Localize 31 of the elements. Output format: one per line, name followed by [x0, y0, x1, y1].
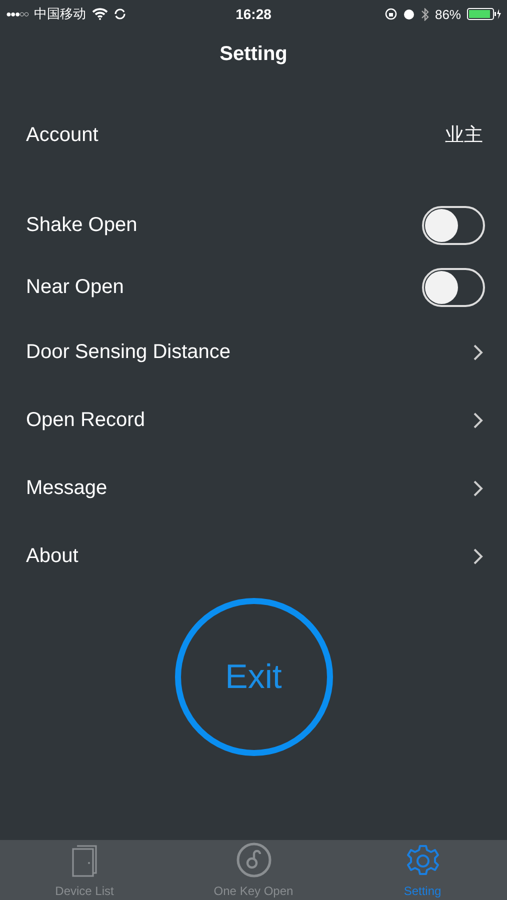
setting-label: Near Open [26, 276, 124, 298]
chevron-right-icon[interactable] [473, 548, 483, 564]
exit-button[interactable]: Exit [174, 598, 332, 756]
settings-icon [406, 844, 440, 878]
setting-label: About [26, 544, 78, 568]
toggle-switch[interactable] [422, 206, 485, 244]
padlock-icon [236, 842, 272, 878]
setting-label: Door Sensing Distance [26, 340, 231, 364]
signal-dots: ●●●○○ [6, 9, 28, 19]
battery-icon [467, 8, 501, 20]
wifi-icon [92, 8, 108, 20]
battery-percent: 86% [434, 6, 461, 22]
tab[interactable]: One Key Open [169, 840, 338, 900]
bluetooth-icon [420, 8, 429, 20]
door-icon [70, 844, 98, 878]
chevron-right-icon[interactable] [473, 480, 483, 496]
status-time: 16:28 [236, 6, 272, 22]
chevron-right-icon[interactable] [473, 344, 483, 360]
setting-label: Open Record [26, 408, 145, 432]
screen-title: Setting [220, 42, 288, 66]
setting-label: Account [26, 124, 98, 146]
toggle-switch[interactable] [422, 268, 485, 306]
chevron-right-icon[interactable] [473, 412, 483, 428]
tab[interactable]: Setting [338, 840, 507, 900]
carrier-name: 中国移动 [34, 5, 86, 23]
setting-label: Message [26, 476, 108, 500]
setting-label: Shake Open [26, 214, 138, 236]
rotation-lock-icon [384, 8, 397, 20]
sync-icon [114, 8, 126, 20]
account-value: 业主 [445, 124, 483, 148]
tab[interactable]: Device List [0, 840, 169, 900]
